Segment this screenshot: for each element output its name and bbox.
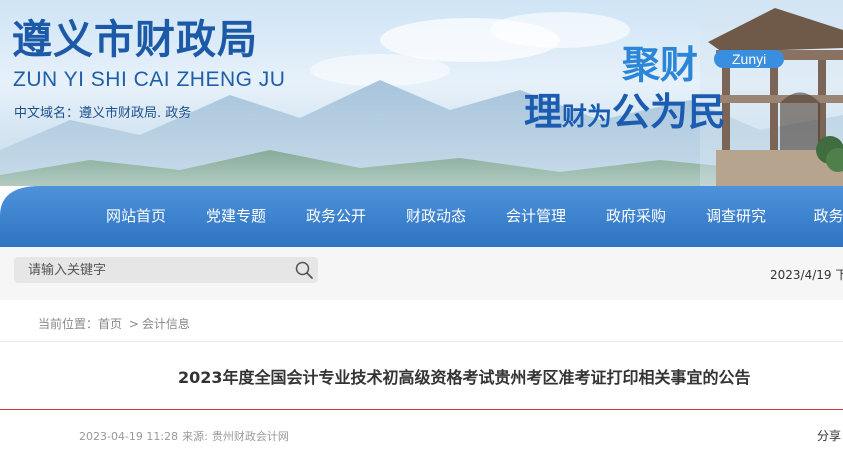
share-button[interactable]: 分享 — [817, 427, 841, 444]
breadcrumb-separator: > — [125, 317, 139, 331]
slogan: 聚财 Zunyi 理财为公为民 — [520, 43, 785, 144]
slogan-part-c: 公为民 — [612, 90, 727, 134]
nav-procurement[interactable]: 政府采购 — [586, 186, 686, 247]
site-title: 遵义市财政局 — [12, 17, 258, 63]
article-meta: 2023-04-19 11:28 来源: 贵州财政会计网 — [79, 428, 293, 444]
nav-research[interactable]: 调查研究 — [686, 186, 786, 247]
search-bar-row: 2023/4/19 下 — [0, 247, 843, 300]
nav-accounting[interactable]: 会计管理 — [486, 186, 586, 247]
breadcrumb-section[interactable]: 会计信息 — [142, 317, 190, 331]
nav-home[interactable]: 网站首页 — [86, 186, 186, 247]
title-divider — [0, 409, 843, 410]
article-source-label: 来源: — [182, 430, 208, 443]
article-datetime: 2023-04-19 11:28 — [79, 430, 179, 443]
current-date: 2023/4/19 下 — [770, 268, 843, 282]
breadcrumb-home[interactable]: 首页 — [98, 317, 122, 331]
search-icon[interactable] — [294, 260, 314, 280]
nav-finance-news[interactable]: 财政动态 — [386, 186, 486, 247]
search-box — [14, 257, 318, 283]
nav-government-affairs[interactable]: 政务公开 — [286, 186, 386, 247]
slogan-tag: Zunyi — [714, 50, 785, 68]
divider — [0, 341, 843, 342]
nav-party-building[interactable]: 党建专题 — [186, 186, 286, 247]
header-banner: 遵义市财政局 ZUN YI SHI CAI ZHENG JU 中文域名：遵义市财… — [0, 0, 843, 186]
slogan-part-a: 理 — [524, 90, 563, 134]
domain-label: 中文域名： — [14, 106, 80, 121]
nav-services[interactable]: 政务服 — [786, 186, 843, 247]
domain-value: 遵义市财政局. 政务 — [79, 106, 192, 121]
slogan-line2: 理财为公为民 — [524, 88, 726, 141]
main-nav: 网站首页 党建专题 政务公开 财政动态 会计管理 政府采购 调查研究 政务服 — [0, 186, 843, 247]
slogan-line1: 聚财 — [622, 43, 699, 87]
breadcrumb: 当前位置：首页 > 会计信息 — [38, 315, 190, 332]
breadcrumb-prefix: 当前位置： — [38, 317, 99, 331]
article-source: 贵州财政会计网 — [211, 430, 289, 443]
slogan-part-b: 财为 — [562, 102, 613, 131]
chinese-domain: 中文域名：遵义市财政局. 政务 — [14, 102, 191, 121]
site-pinyin: ZUN YI SHI CAI ZHENG JU — [13, 68, 286, 91]
search-input[interactable] — [14, 257, 298, 283]
article-title: 2023年度全国会计专业技术初高级资格考试贵州考区准考证打印相关事宜的公告 — [178, 368, 751, 387]
